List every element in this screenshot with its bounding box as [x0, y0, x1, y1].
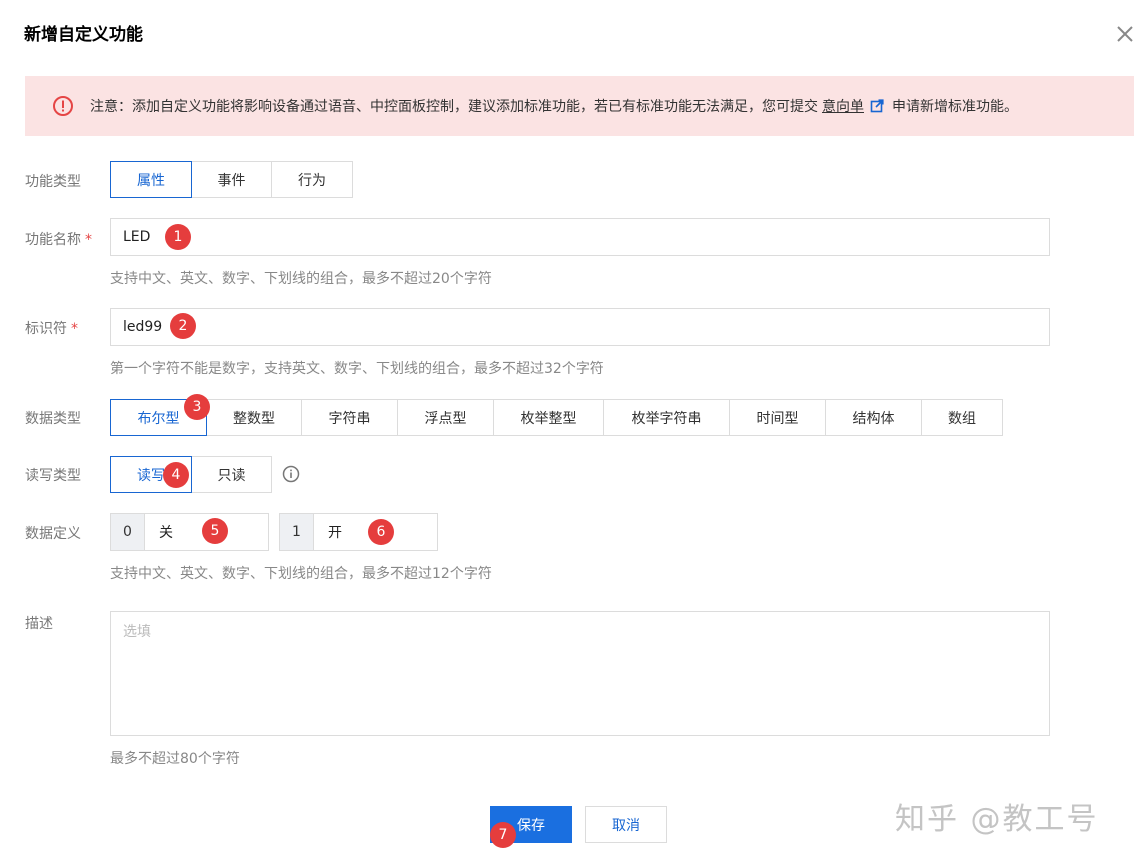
data-def-item-0: 0 关 — [110, 513, 269, 551]
function-type-property[interactable]: 属性 — [110, 161, 192, 198]
description-placeholder: 选填 — [123, 624, 151, 640]
annotation-badge: 6 — [368, 519, 394, 545]
data-def-value-input[interactable]: 关 — [145, 514, 173, 550]
data-def-hint: 支持中文、英文、数字、下划线的组合，最多不超过12个字符 — [110, 566, 492, 582]
function-type-action[interactable]: 行为 — [271, 161, 353, 198]
description-label: 描述 — [25, 616, 53, 632]
identifier-label-text: 标识符 — [25, 321, 67, 337]
data-def-value-input[interactable]: 开 — [314, 514, 342, 550]
data-type-group: 布尔型 整数型 字符串 浮点型 枚举整型 枚举字符串 时间型 结构体 数组 — [110, 399, 1003, 436]
notice-text: 注意：添加自定义功能将影响设备通过语音、中控面板控制，建议添加标准功能，若已有标… — [90, 99, 818, 115]
description-textarea[interactable]: 选填 — [110, 611, 1050, 736]
rw-type-read-only[interactable]: 只读 — [191, 456, 272, 493]
data-def-key: 1 — [280, 514, 314, 550]
intent-form-link[interactable]: 意向单 — [822, 96, 864, 116]
required-mark: * — [85, 232, 92, 248]
external-link-icon[interactable] — [870, 99, 884, 113]
notice-suffix: 申请新增标准功能。 — [892, 99, 1018, 115]
info-icon[interactable] — [282, 465, 300, 483]
data-def-label: 数据定义 — [25, 526, 81, 542]
rw-type-label: 读写类型 — [25, 468, 81, 484]
identifier-input[interactable]: led99 — [110, 308, 1050, 346]
data-type-int[interactable]: 整数型 — [206, 399, 302, 436]
annotation-badge: 3 — [184, 394, 210, 420]
dialog-title: 新增自定义功能 — [24, 25, 143, 45]
watermark: 知乎 @教工号 — [895, 802, 1099, 837]
notice-text-line: 注意：添加自定义功能将影响设备通过语音、中控面板控制，建议添加标准功能，若已有标… — [90, 96, 1018, 116]
data-type-string[interactable]: 字符串 — [301, 399, 398, 436]
cancel-button[interactable]: 取消 — [585, 806, 667, 843]
identifier-value: led99 — [123, 319, 163, 335]
identifier-label: 标识符 * — [25, 318, 78, 338]
data-type-label: 数据类型 — [25, 411, 81, 427]
annotation-badge: 2 — [170, 313, 196, 339]
data-def-item-1: 1 开 — [279, 513, 438, 551]
alert-circle-icon — [53, 96, 73, 116]
function-type-group: 属性 事件 行为 — [110, 161, 353, 198]
identifier-hint: 第一个字符不能是数字，支持英文、数字、下划线的组合，最多不超过32个字符 — [110, 361, 604, 377]
function-type-label: 功能类型 — [25, 174, 81, 190]
required-mark: * — [71, 321, 78, 337]
annotation-badge: 5 — [202, 518, 228, 544]
data-type-struct[interactable]: 结构体 — [825, 399, 922, 436]
function-name-input[interactable]: LED — [110, 218, 1050, 256]
data-type-enum-string[interactable]: 枚举字符串 — [603, 399, 730, 436]
data-type-array[interactable]: 数组 — [921, 399, 1003, 436]
function-name-label: 功能名称 * — [25, 229, 92, 249]
data-type-time[interactable]: 时间型 — [729, 399, 826, 436]
data-type-float[interactable]: 浮点型 — [397, 399, 494, 436]
annotation-badge: 4 — [163, 462, 189, 488]
close-icon[interactable] — [1113, 22, 1134, 46]
function-name-label-text: 功能名称 — [25, 232, 81, 248]
function-name-hint: 支持中文、英文、数字、下划线的组合，最多不超过20个字符 — [110, 271, 492, 287]
data-type-enum-int[interactable]: 枚举整型 — [493, 399, 604, 436]
function-name-value: LED — [123, 229, 151, 245]
description-hint: 最多不超过80个字符 — [110, 751, 240, 767]
annotation-badge: 7 — [490, 822, 516, 848]
data-def-key: 0 — [111, 514, 145, 550]
notice-banner: 注意：添加自定义功能将影响设备通过语音、中控面板控制，建议添加标准功能，若已有标… — [25, 76, 1134, 136]
rw-type-group: 读写 只读 — [110, 456, 272, 493]
function-type-event[interactable]: 事件 — [191, 161, 272, 198]
annotation-badge: 1 — [165, 224, 191, 250]
